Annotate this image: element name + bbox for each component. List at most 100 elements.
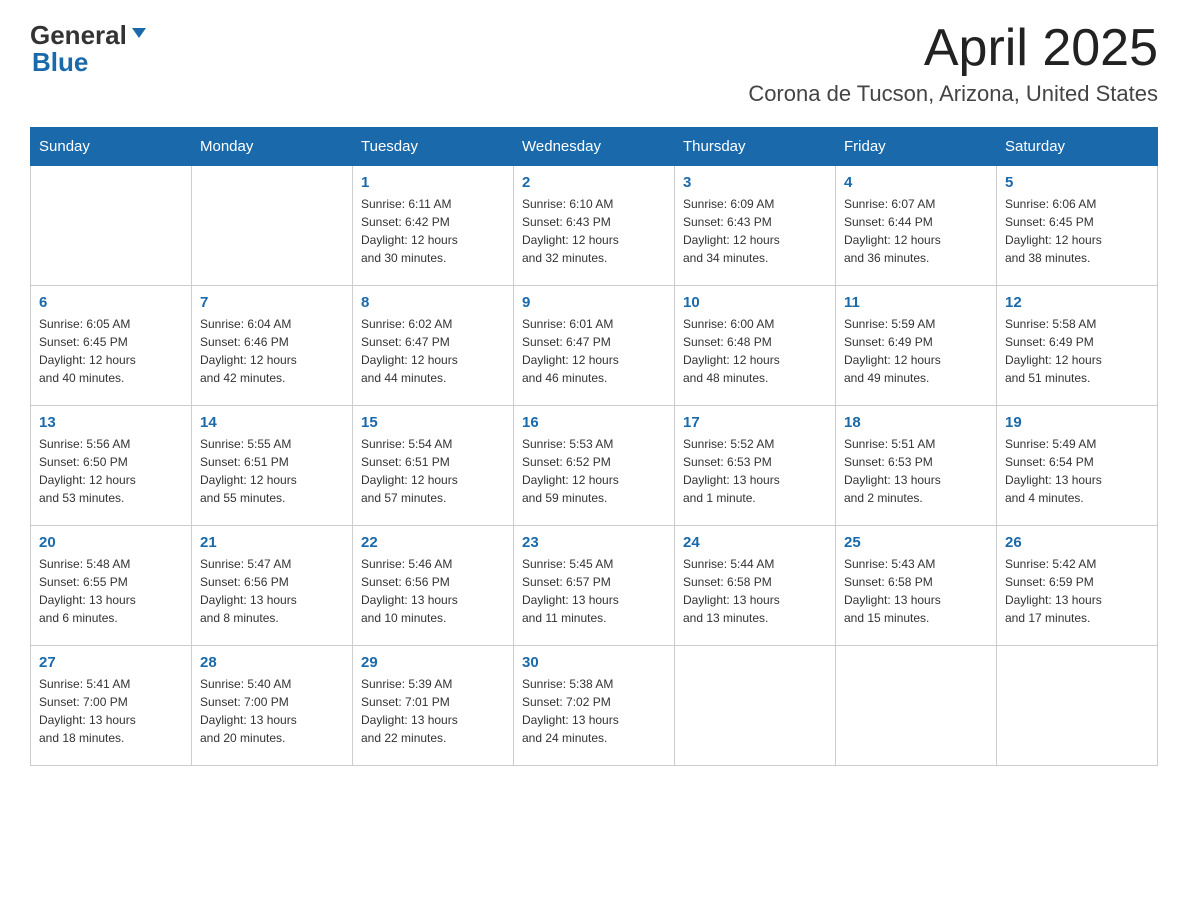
day-number: 20	[39, 534, 183, 551]
calendar-cell: 27 Sunrise: 5:41 AM Sunset: 7:00 PM Dayli…	[31, 646, 192, 766]
header: General Blue April 2025 Corona de Tucson…	[30, 20, 1158, 107]
calendar-week-row: 1 Sunrise: 6:11 AM Sunset: 6:42 PM Daylig…	[31, 166, 1158, 286]
calendar-cell: 7 Sunrise: 6:04 AM Sunset: 6:46 PM Daylig…	[192, 286, 353, 406]
day-number: 15	[361, 414, 505, 431]
calendar-cell	[31, 166, 192, 286]
calendar-week-row: 27 Sunrise: 5:41 AM Sunset: 7:00 PM Dayli…	[31, 646, 1158, 766]
day-number: 27	[39, 654, 183, 671]
day-info: Sunrise: 5:47 AM Sunset: 6:56 PM Dayligh…	[200, 555, 344, 627]
calendar-cell: 24 Sunrise: 5:44 AM Sunset: 6:58 PM Dayli…	[675, 526, 836, 646]
day-info: Sunrise: 5:40 AM Sunset: 7:00 PM Dayligh…	[200, 675, 344, 747]
calendar-cell	[675, 646, 836, 766]
day-number: 23	[522, 534, 666, 551]
calendar-cell	[192, 166, 353, 286]
day-info: Sunrise: 6:04 AM Sunset: 6:46 PM Dayligh…	[200, 315, 344, 387]
calendar-cell: 3 Sunrise: 6:09 AM Sunset: 6:43 PM Daylig…	[675, 166, 836, 286]
day-header-sunday: Sunday	[31, 128, 192, 166]
day-number: 12	[1005, 294, 1149, 311]
calendar-header-row: SundayMondayTuesdayWednesdayThursdayFrid…	[31, 128, 1158, 166]
calendar-cell: 23 Sunrise: 5:45 AM Sunset: 6:57 PM Dayli…	[514, 526, 675, 646]
day-number: 7	[200, 294, 344, 311]
calendar-cell: 29 Sunrise: 5:39 AM Sunset: 7:01 PM Dayli…	[353, 646, 514, 766]
day-number: 1	[361, 174, 505, 191]
day-number: 11	[844, 294, 988, 311]
calendar-cell: 1 Sunrise: 6:11 AM Sunset: 6:42 PM Daylig…	[353, 166, 514, 286]
calendar-cell: 2Sunrise: 6:10 AM Sunset: 6:43 PM Daylig…	[514, 166, 675, 286]
calendar-week-row: 6 Sunrise: 6:05 AM Sunset: 6:45 PM Daylig…	[31, 286, 1158, 406]
day-info: Sunrise: 5:52 AM Sunset: 6:53 PM Dayligh…	[683, 435, 827, 507]
calendar-cell: 17Sunrise: 5:52 AM Sunset: 6:53 PM Dayli…	[675, 406, 836, 526]
calendar-table: SundayMondayTuesdayWednesdayThursdayFrid…	[30, 127, 1158, 766]
day-number: 6	[39, 294, 183, 311]
day-info: Sunrise: 5:54 AM Sunset: 6:51 PM Dayligh…	[361, 435, 505, 507]
day-info: Sunrise: 6:09 AM Sunset: 6:43 PM Dayligh…	[683, 195, 827, 267]
day-info: Sunrise: 5:39 AM Sunset: 7:01 PM Dayligh…	[361, 675, 505, 747]
day-number: 8	[361, 294, 505, 311]
day-info: Sunrise: 5:41 AM Sunset: 7:00 PM Dayligh…	[39, 675, 183, 747]
calendar-cell: 21 Sunrise: 5:47 AM Sunset: 6:56 PM Dayli…	[192, 526, 353, 646]
calendar-cell	[997, 646, 1158, 766]
day-info: Sunrise: 6:02 AM Sunset: 6:47 PM Dayligh…	[361, 315, 505, 387]
day-info: Sunrise: 5:45 AM Sunset: 6:57 PM Dayligh…	[522, 555, 666, 627]
day-number: 9	[522, 294, 666, 311]
calendar-cell: 5 Sunrise: 6:06 AM Sunset: 6:45 PM Daylig…	[997, 166, 1158, 286]
day-header-saturday: Saturday	[997, 128, 1158, 166]
calendar-cell: 19 Sunrise: 5:49 AM Sunset: 6:54 PM Dayli…	[997, 406, 1158, 526]
calendar-cell: 30Sunrise: 5:38 AM Sunset: 7:02 PM Dayli…	[514, 646, 675, 766]
calendar-week-row: 13 Sunrise: 5:56 AM Sunset: 6:50 PM Dayli…	[31, 406, 1158, 526]
day-info: Sunrise: 5:48 AM Sunset: 6:55 PM Dayligh…	[39, 555, 183, 627]
calendar-cell: 9Sunrise: 6:01 AM Sunset: 6:47 PM Daylig…	[514, 286, 675, 406]
day-header-monday: Monday	[192, 128, 353, 166]
day-number: 21	[200, 534, 344, 551]
day-info: Sunrise: 5:56 AM Sunset: 6:50 PM Dayligh…	[39, 435, 183, 507]
day-info: Sunrise: 6:11 AM Sunset: 6:42 PM Dayligh…	[361, 195, 505, 267]
calendar-cell: 28 Sunrise: 5:40 AM Sunset: 7:00 PM Dayli…	[192, 646, 353, 766]
day-info: Sunrise: 6:00 AM Sunset: 6:48 PM Dayligh…	[683, 315, 827, 387]
day-number: 24	[683, 534, 827, 551]
subtitle: Corona de Tucson, Arizona, United States	[748, 81, 1158, 107]
logo: General Blue	[30, 20, 148, 78]
day-number: 14	[200, 414, 344, 431]
day-info: Sunrise: 5:59 AM Sunset: 6:49 PM Dayligh…	[844, 315, 988, 387]
day-info: Sunrise: 6:05 AM Sunset: 6:45 PM Dayligh…	[39, 315, 183, 387]
calendar-cell: 22Sunrise: 5:46 AM Sunset: 6:56 PM Dayli…	[353, 526, 514, 646]
day-info: Sunrise: 6:06 AM Sunset: 6:45 PM Dayligh…	[1005, 195, 1149, 267]
day-number: 10	[683, 294, 827, 311]
day-number: 29	[361, 654, 505, 671]
day-info: Sunrise: 5:58 AM Sunset: 6:49 PM Dayligh…	[1005, 315, 1149, 387]
day-number: 22	[361, 534, 505, 551]
day-number: 18	[844, 414, 988, 431]
day-header-friday: Friday	[836, 128, 997, 166]
day-header-thursday: Thursday	[675, 128, 836, 166]
day-info: Sunrise: 5:42 AM Sunset: 6:59 PM Dayligh…	[1005, 555, 1149, 627]
calendar-cell: 20 Sunrise: 5:48 AM Sunset: 6:55 PM Dayli…	[31, 526, 192, 646]
calendar-cell: 16Sunrise: 5:53 AM Sunset: 6:52 PM Dayli…	[514, 406, 675, 526]
day-number: 5	[1005, 174, 1149, 191]
calendar-cell: 10 Sunrise: 6:00 AM Sunset: 6:48 PM Dayli…	[675, 286, 836, 406]
calendar-cell: 14Sunrise: 5:55 AM Sunset: 6:51 PM Dayli…	[192, 406, 353, 526]
day-info: Sunrise: 5:53 AM Sunset: 6:52 PM Dayligh…	[522, 435, 666, 507]
logo-arrow-icon	[130, 24, 148, 47]
page-title: April 2025	[748, 20, 1158, 77]
day-info: Sunrise: 6:07 AM Sunset: 6:44 PM Dayligh…	[844, 195, 988, 267]
day-number: 26	[1005, 534, 1149, 551]
day-number: 25	[844, 534, 988, 551]
calendar-cell: 18 Sunrise: 5:51 AM Sunset: 6:53 PM Dayli…	[836, 406, 997, 526]
calendar-cell: 12 Sunrise: 5:58 AM Sunset: 6:49 PM Dayli…	[997, 286, 1158, 406]
calendar-cell: 25 Sunrise: 5:43 AM Sunset: 6:58 PM Dayli…	[836, 526, 997, 646]
day-number: 19	[1005, 414, 1149, 431]
day-number: 3	[683, 174, 827, 191]
day-info: Sunrise: 5:44 AM Sunset: 6:58 PM Dayligh…	[683, 555, 827, 627]
calendar-cell: 8 Sunrise: 6:02 AM Sunset: 6:47 PM Daylig…	[353, 286, 514, 406]
day-number: 4	[844, 174, 988, 191]
title-area: April 2025 Corona de Tucson, Arizona, Un…	[748, 20, 1158, 107]
calendar-week-row: 20 Sunrise: 5:48 AM Sunset: 6:55 PM Dayli…	[31, 526, 1158, 646]
day-info: Sunrise: 5:38 AM Sunset: 7:02 PM Dayligh…	[522, 675, 666, 747]
day-number: 28	[200, 654, 344, 671]
day-number: 13	[39, 414, 183, 431]
calendar-cell: 15 Sunrise: 5:54 AM Sunset: 6:51 PM Dayli…	[353, 406, 514, 526]
day-info: Sunrise: 5:51 AM Sunset: 6:53 PM Dayligh…	[844, 435, 988, 507]
day-info: Sunrise: 5:43 AM Sunset: 6:58 PM Dayligh…	[844, 555, 988, 627]
calendar-cell	[836, 646, 997, 766]
day-info: Sunrise: 5:49 AM Sunset: 6:54 PM Dayligh…	[1005, 435, 1149, 507]
